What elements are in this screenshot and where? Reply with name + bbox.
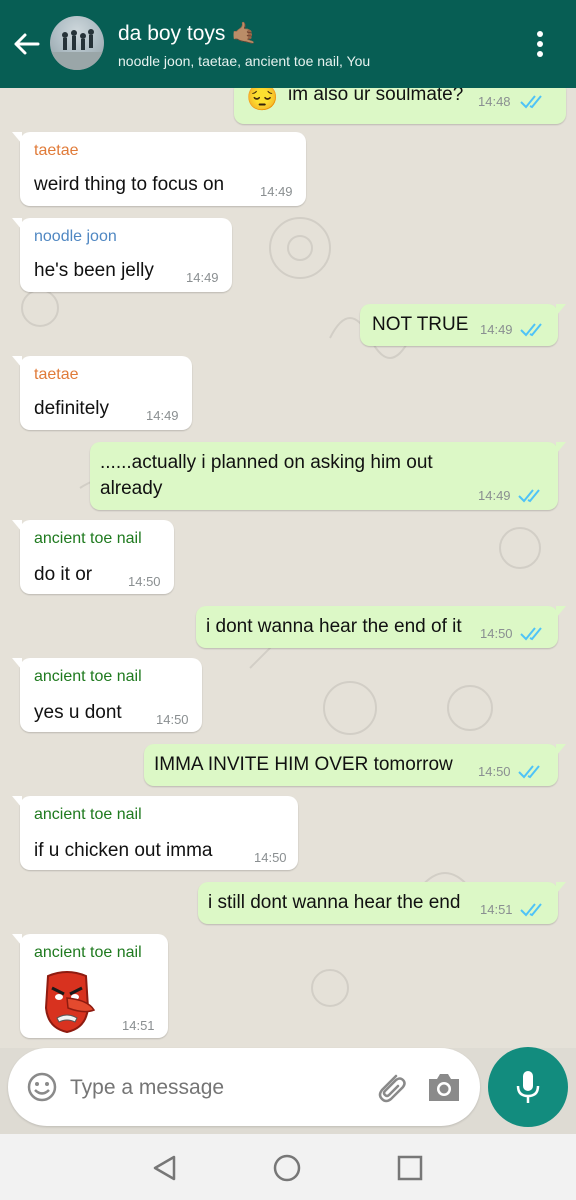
message-time: 14:49 bbox=[146, 408, 179, 423]
message-time: 14:50 bbox=[478, 764, 511, 779]
sender-name[interactable]: ancient toe nail bbox=[34, 944, 142, 962]
message-time: 14:49 bbox=[480, 322, 513, 337]
message-bubble-outgoing[interactable]: NOT TRUE 14:49 bbox=[360, 304, 566, 346]
message-text: do it or bbox=[34, 564, 93, 585]
emoji-icon[interactable] bbox=[26, 1071, 58, 1103]
message-time: 14:50 bbox=[254, 850, 287, 865]
bubble-tail bbox=[12, 796, 22, 808]
message-bubble-incoming[interactable]: ancient toe nail 14:51 bbox=[12, 934, 168, 1038]
sender-name[interactable]: ancient toe nail bbox=[34, 668, 142, 686]
sender-name[interactable]: taetae bbox=[34, 142, 78, 160]
bubble-tail bbox=[12, 356, 22, 368]
sender-name[interactable]: ancient toe nail bbox=[34, 806, 142, 824]
message-bubble-outgoing[interactable]: ......actually i planned on asking him o… bbox=[90, 442, 566, 510]
sender-name[interactable]: ancient toe nail bbox=[34, 530, 142, 548]
read-receipt-icon bbox=[520, 903, 542, 917]
message-time: 14:50 bbox=[480, 626, 513, 641]
message-bubble-outgoing[interactable]: 😔 im also ur soulmate? 14:48 bbox=[234, 88, 566, 124]
pensive-face-emoji: 😔 bbox=[246, 88, 279, 112]
bubble-tail bbox=[12, 520, 22, 532]
message-bubble-incoming[interactable]: ancient toe nail yes u dont 14:50 bbox=[12, 658, 202, 732]
message-text: yes u dont bbox=[34, 702, 122, 723]
bubble-tail bbox=[12, 658, 22, 670]
read-receipt-icon bbox=[518, 765, 540, 779]
message-time: 14:49 bbox=[186, 270, 219, 285]
message-text: IMMA INVITE HIM OVER tomorrow bbox=[154, 754, 453, 775]
message-text: im also ur soulmate? bbox=[288, 88, 464, 105]
read-receipt-icon bbox=[518, 489, 540, 503]
message-bubble-incoming[interactable]: noodle joon he's been jelly 14:49 bbox=[12, 218, 232, 292]
bubble-tail bbox=[556, 304, 566, 316]
message-text: i dont wanna hear the end of it bbox=[206, 616, 462, 637]
message-bubble-outgoing[interactable]: i still dont wanna hear the end 14:51 bbox=[198, 882, 566, 924]
angry-tengu-mask-sticker[interactable] bbox=[38, 970, 96, 1034]
message-list[interactable]: 😔 im also ur soulmate? 14:48 taetae weir… bbox=[0, 88, 576, 1048]
message-bubble-incoming[interactable]: taetae definitely 14:49 bbox=[12, 356, 192, 430]
home-circle-icon[interactable] bbox=[272, 1153, 302, 1183]
sender-name[interactable]: noodle joon bbox=[34, 228, 117, 246]
bubble-tail bbox=[556, 744, 566, 756]
message-time: 14:50 bbox=[128, 574, 161, 589]
attach-icon[interactable] bbox=[372, 1068, 410, 1106]
bubble-tail bbox=[12, 218, 22, 230]
more-options-icon[interactable] bbox=[528, 28, 552, 60]
chat-title[interactable]: da boy toys 🤙🏽 bbox=[118, 22, 257, 46]
message-text: already bbox=[100, 478, 163, 499]
message-bubble-incoming[interactable]: ancient toe nail if u chicken out imma 1… bbox=[12, 796, 298, 870]
read-receipt-icon bbox=[520, 323, 542, 337]
chat-header: da boy toys 🤙🏽 noodle joon, taetae, anci… bbox=[0, 0, 576, 88]
message-time: 14:50 bbox=[156, 712, 189, 727]
message-time: 14:51 bbox=[480, 902, 513, 917]
back-arrow-icon[interactable] bbox=[10, 28, 42, 60]
mic-icon bbox=[516, 1071, 540, 1103]
message-time: 14:49 bbox=[260, 184, 293, 199]
bubble-tail bbox=[12, 934, 22, 946]
system-navigation-bar bbox=[0, 1134, 576, 1200]
message-text: i still dont wanna hear the end bbox=[208, 892, 461, 913]
message-text: ......actually i planned on asking him o… bbox=[100, 452, 433, 473]
message-bubble-incoming[interactable]: taetae weird thing to focus on 14:49 bbox=[12, 132, 306, 206]
bubble-tail bbox=[556, 606, 566, 618]
group-avatar[interactable] bbox=[50, 16, 104, 70]
message-text: weird thing to focus on bbox=[34, 174, 225, 195]
recents-square-icon[interactable] bbox=[396, 1154, 424, 1182]
message-bubble-incoming[interactable]: ancient toe nail do it or 14:50 bbox=[12, 520, 174, 594]
back-triangle-icon[interactable] bbox=[150, 1154, 180, 1182]
read-receipt-icon bbox=[520, 95, 542, 109]
participants-list[interactable]: noodle joon, taetae, ancient toe nail, Y… bbox=[118, 53, 370, 69]
read-receipt-icon bbox=[520, 627, 542, 641]
message-bubble-outgoing[interactable]: i dont wanna hear the end of it 14:50 bbox=[196, 606, 566, 648]
message-text: if u chicken out imma bbox=[34, 840, 213, 861]
message-time: 14:49 bbox=[478, 488, 511, 503]
message-composer[interactable] bbox=[8, 1048, 480, 1126]
message-bubble-outgoing[interactable]: IMMA INVITE HIM OVER tomorrow 14:50 bbox=[144, 744, 566, 786]
camera-icon[interactable] bbox=[426, 1070, 462, 1104]
message-text: NOT TRUE bbox=[372, 314, 469, 335]
sender-name[interactable]: taetae bbox=[34, 366, 78, 384]
bubble-tail bbox=[556, 442, 566, 454]
message-time: 14:48 bbox=[478, 94, 511, 109]
message-time: 14:51 bbox=[122, 1018, 155, 1033]
message-input[interactable] bbox=[68, 1070, 362, 1106]
message-text: definitely bbox=[34, 398, 109, 419]
voice-message-button[interactable] bbox=[488, 1047, 568, 1127]
message-text: he's been jelly bbox=[34, 260, 154, 281]
bubble-tail bbox=[12, 132, 22, 144]
bubble-tail bbox=[556, 882, 566, 894]
